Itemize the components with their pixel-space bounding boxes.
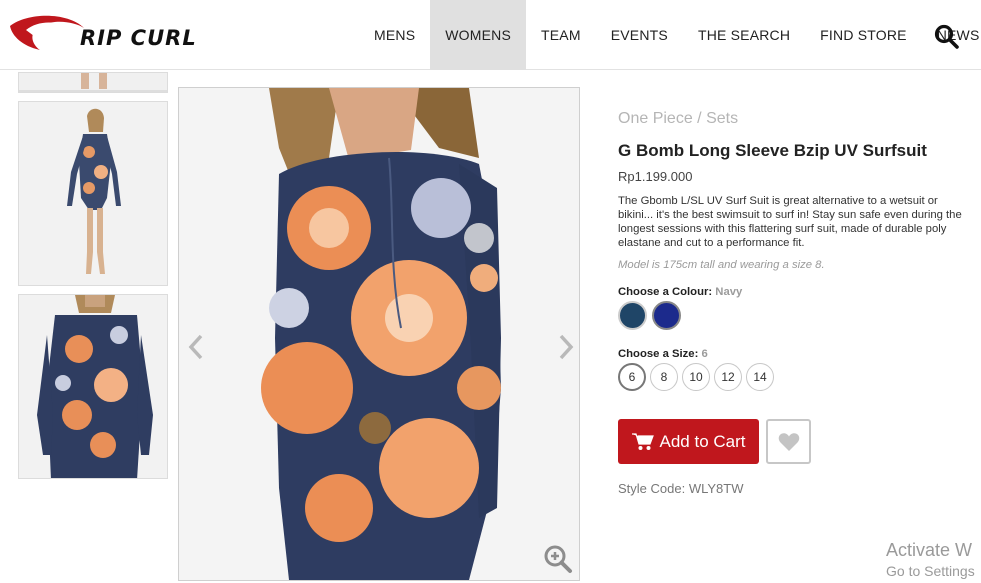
- colour-label-text: Choose a Colour:: [618, 286, 713, 298]
- heart-icon: [778, 432, 799, 451]
- colour-swatch-dark-teal[interactable]: [618, 301, 647, 330]
- breadcrumb-one-piece[interactable]: One Piece: [618, 110, 693, 127]
- add-to-cart-button[interactable]: Add to Cart: [618, 419, 759, 464]
- purchase-actions: Add to Cart: [618, 419, 811, 464]
- nav-womens[interactable]: WOMENS: [430, 0, 527, 70]
- product-description: The Gbomb L/SL UV Surf Suit is great alt…: [618, 195, 962, 249]
- size-option-12[interactable]: 12: [714, 363, 742, 391]
- product-title: G Bomb Long Sleeve Bzip UV Surfsuit: [618, 141, 927, 160]
- watermark-line-1: Activate W: [886, 540, 973, 560]
- thumbnail-image: [19, 102, 167, 285]
- watermark-line-2: Go to Settings: [886, 563, 975, 579]
- nav-events[interactable]: EVENTS: [596, 0, 683, 70]
- nav-mens[interactable]: MENS: [359, 0, 430, 70]
- thumbnail-image: [19, 295, 167, 478]
- model-note: Model is 175cm tall and wearing a size 8…: [618, 259, 825, 271]
- add-to-cart-label: Add to Cart: [659, 431, 746, 451]
- logo-text: RIP CURL: [80, 26, 197, 50]
- colour-selected-value: Navy: [715, 286, 743, 298]
- product-main-image[interactable]: [178, 87, 580, 581]
- style-code: Style Code: WLY8TW: [618, 481, 744, 496]
- chevron-right-icon: [559, 334, 574, 360]
- nav-the-search[interactable]: THE SEARCH: [683, 0, 805, 70]
- colour-swatch-navy[interactable]: [652, 301, 681, 330]
- size-option-8[interactable]: 8: [650, 363, 678, 391]
- zoom-in-icon: [544, 545, 572, 573]
- size-option-10[interactable]: 10: [682, 363, 710, 391]
- size-label: Choose a Size: 6: [618, 348, 963, 360]
- shopping-cart-icon: [631, 432, 654, 450]
- previous-image-button[interactable]: [183, 330, 209, 364]
- product-info: One Piece / Sets G Bomb Long Sleeve Bzip…: [618, 110, 963, 391]
- search-icon: [934, 24, 959, 49]
- size-option-14[interactable]: 14: [746, 363, 774, 391]
- size-selected-value: 6: [701, 348, 708, 360]
- thumbnail-image: [19, 73, 167, 92]
- windows-activation-watermark: Activate W Go to Settings: [886, 540, 975, 579]
- wishlist-button[interactable]: [766, 419, 811, 464]
- next-image-button[interactable]: [553, 330, 579, 364]
- product-thumbnail-2[interactable]: [18, 101, 168, 286]
- search-button[interactable]: [933, 23, 961, 51]
- zoom-button[interactable]: [542, 543, 574, 575]
- size-options: 6 8 10 12 14: [618, 363, 963, 391]
- product-price: Rp1.199.000: [618, 169, 693, 184]
- breadcrumb: One Piece / Sets: [618, 110, 963, 132]
- nav-find-store[interactable]: FIND STORE: [805, 0, 922, 70]
- breadcrumb-separator: /: [692, 110, 707, 127]
- colour-swatches: [618, 301, 963, 330]
- product-thumbnail-3[interactable]: [18, 294, 168, 479]
- colour-label: Choose a Colour: Navy: [618, 286, 963, 298]
- chevron-left-icon: [188, 334, 203, 360]
- product-photo: [179, 88, 579, 580]
- nav-team[interactable]: TEAM: [526, 0, 596, 70]
- site-header: RIP CURL MENS WOMENS TEAM EVENTS THE SEA…: [0, 0, 981, 70]
- product-thumbnail-1[interactable]: [18, 72, 168, 93]
- rip-curl-logo[interactable]: RIP CURL: [8, 10, 218, 52]
- size-option-6[interactable]: 6: [618, 363, 646, 391]
- breadcrumb-sets[interactable]: Sets: [706, 110, 738, 127]
- main-nav: MENS WOMENS TEAM EVENTS THE SEARCH FIND …: [359, 0, 981, 70]
- size-label-text: Choose a Size:: [618, 348, 699, 360]
